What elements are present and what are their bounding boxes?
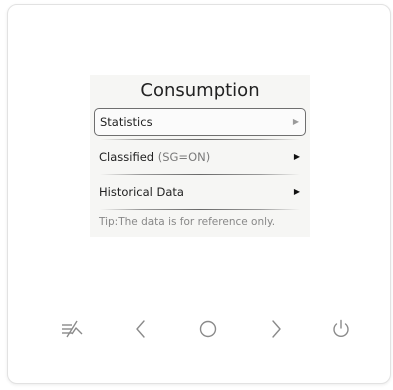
- arrow-right-icon: ▶: [293, 152, 300, 161]
- menu-item-statistics[interactable]: Statistics ▶: [94, 108, 306, 136]
- menu-item-sublabel: (SG=ON): [157, 150, 211, 164]
- chevron-left-icon: [136, 320, 145, 338]
- power-button[interactable]: [324, 312, 358, 346]
- menu-item-classified[interactable]: Classified (SG=ON) ▶: [94, 143, 306, 171]
- display-screen: Consumption Statistics ▶ Classified (SG=…: [90, 75, 310, 237]
- arrow-right-icon: ▶: [292, 117, 299, 126]
- back-button[interactable]: [124, 312, 158, 346]
- mode-button[interactable]: [55, 312, 89, 346]
- power-icon: [333, 319, 349, 338]
- menu-item-label: Classified: [99, 150, 155, 164]
- menu-item-label: Statistics: [100, 115, 153, 129]
- menu-item-label: Historical Data: [99, 185, 184, 199]
- divider: [100, 139, 300, 140]
- home-circle-icon: [199, 320, 217, 338]
- home-button[interactable]: [191, 312, 225, 346]
- chevron-right-icon: [272, 320, 281, 338]
- divider: [100, 209, 300, 210]
- forward-button[interactable]: [259, 312, 293, 346]
- mode-icon: [62, 320, 83, 338]
- divider: [100, 174, 300, 175]
- tip-text: Tip:The data is for reference only.: [99, 216, 276, 228]
- arrow-right-icon: ▶: [293, 187, 300, 196]
- screen-title: Consumption: [140, 80, 260, 101]
- menu-item-historical-data[interactable]: Historical Data ▶: [94, 178, 306, 206]
